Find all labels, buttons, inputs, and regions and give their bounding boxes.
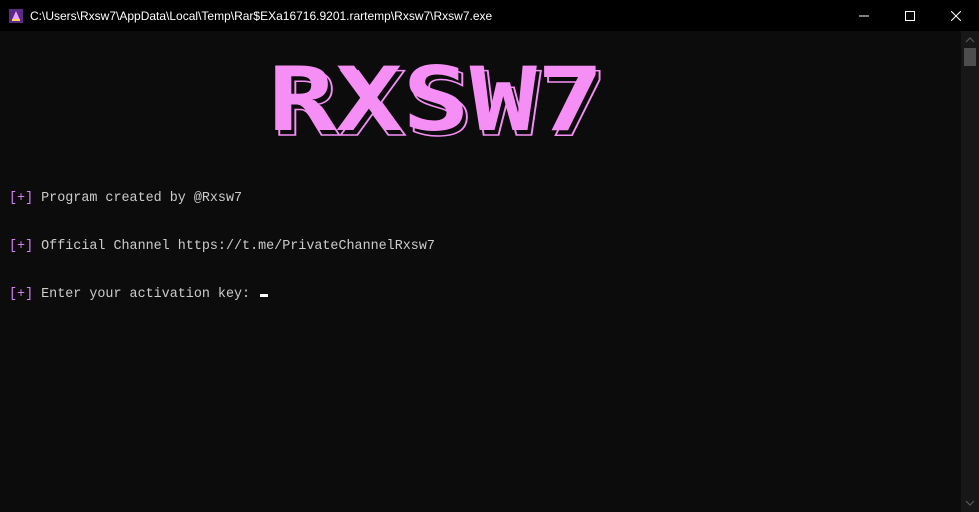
console-line: [+] Enter your activation key: [9,287,435,303]
text-cursor[interactable] [260,294,269,297]
scroll-down-icon[interactable] [965,498,975,508]
line-text: Program created by @Rxsw7 [33,191,243,206]
close-button[interactable] [933,0,979,31]
app-icon [9,8,23,23]
console-line: [+] Program created by @Rxsw7 [9,191,435,207]
close-icon [951,10,961,21]
console-lines: [+] Program created by @Rxsw7 [+] Offici… [9,159,435,335]
logo-text-main: RXSW7 [268,48,604,146]
minimize-button[interactable] [841,0,887,31]
scroll-up-icon[interactable] [965,35,975,45]
console-window: C:\Users\Rxsw7\AppData\Local\Temp\Rar$EX… [0,0,979,512]
line-prefix: [+] [9,239,34,254]
window-title: C:\Users\Rxsw7\AppData\Local\Temp\Rar$EX… [30,8,493,23]
window-controls [841,0,979,31]
console-line: [+] Official Channel https://t.me/Privat… [9,239,435,255]
vertical-scrollbar[interactable] [961,31,979,512]
scrollbar-thumb[interactable] [964,48,976,66]
activation-key-prompt: Enter your activation key: [33,287,259,302]
title-bar[interactable]: C:\Users\Rxsw7\AppData\Local\Temp\Rar$EX… [0,0,979,31]
minimize-icon [859,15,869,16]
rxsw7-ascii-logo: RXSW7 RXSW7 [268,48,609,146]
maximize-button[interactable] [887,0,933,31]
line-prefix: [+] [9,287,34,302]
line-text: Official Channel https://t.me/PrivateCha… [33,239,435,254]
console-output[interactable]: RXSW7 RXSW7 [+] Program created by @Rxsw… [0,31,961,512]
line-prefix: [+] [9,191,34,206]
maximize-icon [905,10,915,21]
